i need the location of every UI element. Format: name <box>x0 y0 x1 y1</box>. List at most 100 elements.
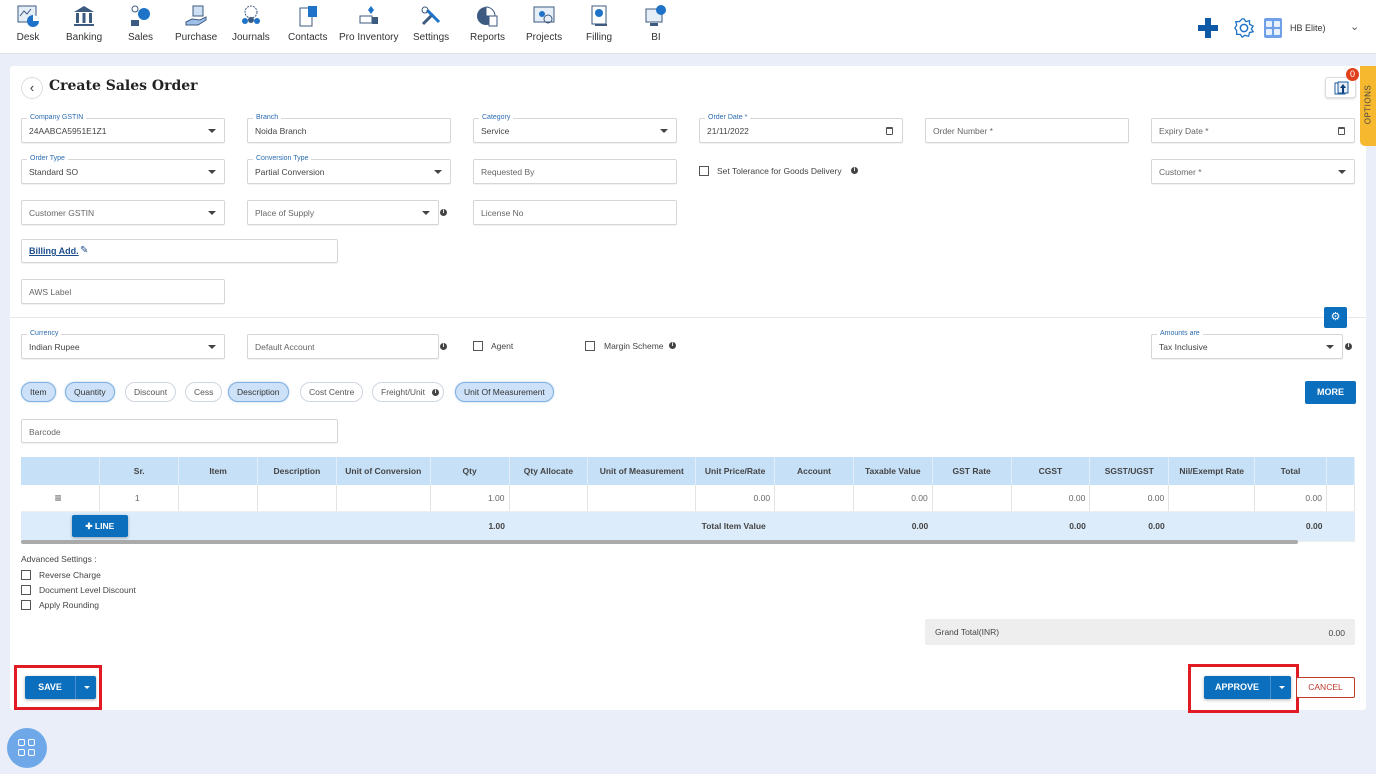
nav-desk[interactable]: Desk <box>16 4 40 43</box>
billing-address-link[interactable]: Billing Add. <box>29 246 79 256</box>
col-header-uom: Unit of Measurement <box>587 457 697 485</box>
toggle-discount[interactable]: Discount <box>125 382 177 402</box>
info-icon[interactable]: i <box>1345 343 1352 350</box>
spacer <box>1168 511 1255 542</box>
default-account-field[interactable]: Default Account <box>247 334 439 359</box>
approve-button[interactable]: APPROVE <box>1204 676 1270 699</box>
pill-label: Freight/Unit <box>381 387 425 397</box>
cell-uom[interactable] <box>587 485 697 512</box>
nav-settings[interactable]: Settings <box>413 4 449 43</box>
cell-qty[interactable]: 1.00 <box>430 485 510 512</box>
nav-purchase[interactable]: Purchase <box>175 4 217 43</box>
save-button[interactable]: SAVE <box>25 676 75 699</box>
branch-field[interactable]: Branch Noida Branch <box>247 113 451 143</box>
column-settings-button[interactable]: ⚙ <box>1324 307 1347 328</box>
field-placeholder: Customer * <box>1159 167 1202 177</box>
category-select[interactable]: Category Service <box>473 113 677 143</box>
nav-filling[interactable]: Filling <box>586 4 612 43</box>
nav-journals[interactable]: Journals <box>232 4 270 43</box>
order-type-select[interactable]: Order Type Standard SO <box>21 154 225 184</box>
calendar-icon[interactable] <box>1338 127 1345 135</box>
approve-dropdown-toggle[interactable] <box>1270 676 1291 699</box>
aws-label-field[interactable]: AWS Label <box>21 279 225 304</box>
nav-reports[interactable]: Reports <box>470 4 505 43</box>
caret-down-icon <box>208 129 216 133</box>
nav-label: Banking <box>66 32 103 43</box>
info-icon[interactable]: i <box>669 342 676 349</box>
order-date-field[interactable]: Order Date * 21/11/2022 <box>699 113 903 143</box>
caret-down-icon <box>1326 345 1334 349</box>
more-button[interactable]: MORE <box>1305 381 1356 404</box>
order-number-field[interactable]: Order Number * <box>925 118 1129 143</box>
barcode-field[interactable]: Barcode <box>21 419 338 443</box>
margin-scheme-checkbox[interactable] <box>585 341 595 351</box>
toggle-cost-centre[interactable]: Cost Centre <box>300 382 364 402</box>
info-icon[interactable]: i <box>440 209 447 216</box>
cell-gst-rate[interactable] <box>932 485 1012 512</box>
apply-rounding-label: Apply Rounding <box>39 600 100 610</box>
cell-unit-price[interactable]: 0.00 <box>695 485 776 512</box>
drag-handle-icon[interactable]: ≡ <box>21 485 101 512</box>
cell-qty-allocate[interactable] <box>509 485 589 512</box>
total-sgst: 0.00 <box>1089 511 1169 542</box>
field-placeholder: Customer GSTIN <box>29 208 95 218</box>
nav-bi[interactable]: BI <box>644 4 668 43</box>
options-label: OPTIONS <box>1363 84 1373 125</box>
gear-icon[interactable] <box>1233 17 1255 39</box>
place-of-supply-select[interactable]: Place of Supply <box>247 200 439 225</box>
add-line-button[interactable]: ✚ LINE <box>71 515 128 537</box>
nav-contacts[interactable]: Contacts <box>288 4 327 43</box>
toggle-quantity[interactable]: Quantity <box>65 382 115 402</box>
tolerance-checkbox[interactable] <box>699 166 709 176</box>
cell-account[interactable] <box>774 485 854 512</box>
chevron-down-icon[interactable]: ⌄ <box>1350 20 1359 33</box>
back-button[interactable]: ‹ <box>21 77 43 99</box>
toggle-item[interactable]: Item <box>21 382 56 402</box>
cell-unit-conversion[interactable] <box>336 485 431 512</box>
calendar-icon[interactable] <box>886 127 893 135</box>
reports-icon <box>476 6 497 27</box>
expiry-date-field[interactable]: Expiry Date * <box>1151 118 1355 143</box>
organization-name[interactable]: HB Elite) <box>1290 23 1326 33</box>
requested-by-field[interactable]: Requested By <box>473 159 677 184</box>
nav-pro-inventory[interactable]: Pro Inventory <box>339 4 398 43</box>
amounts-are-select[interactable]: Amounts are Tax Inclusive <box>1151 329 1343 359</box>
agent-checkbox[interactable] <box>473 341 483 351</box>
document-level-discount-checkbox[interactable] <box>21 585 31 595</box>
agent-label: Agent <box>491 341 514 351</box>
company-gstin-select[interactable]: Company GSTIN 24AABCA5951E1Z1 <box>21 113 225 143</box>
col-header-cgst: CGST <box>1011 457 1091 485</box>
customer-gstin-select[interactable]: Customer GSTIN <box>21 200 225 225</box>
customer-select[interactable]: Customer * <box>1151 159 1355 184</box>
apps-menu-button[interactable] <box>7 728 47 768</box>
nav-banking[interactable]: Banking <box>66 4 102 43</box>
apply-rounding-checkbox[interactable] <box>21 600 31 610</box>
info-icon[interactable]: i <box>851 167 858 174</box>
calculator-icon[interactable] <box>1264 18 1282 38</box>
currency-select[interactable]: Currency Indian Rupee <box>21 329 225 359</box>
options-tab[interactable]: OPTIONS <box>1360 66 1376 146</box>
edit-icon[interactable]: ✎ <box>80 245 88 256</box>
license-no-field[interactable]: License No <box>473 200 677 225</box>
save-dropdown-toggle[interactable] <box>75 676 96 699</box>
total-qty: 1.00 <box>178 511 509 542</box>
cancel-button[interactable]: CANCEL <box>1296 677 1355 698</box>
toggle-unit-of-measurement[interactable]: Unit Of Measurement <box>455 382 554 402</box>
add-icon[interactable] <box>1198 18 1218 38</box>
info-icon[interactable]: i <box>440 343 447 350</box>
conversion-type-select[interactable]: Conversion Type Partial Conversion <box>247 154 451 184</box>
cell-nil-exempt[interactable] <box>1168 485 1256 512</box>
nav-projects[interactable]: Projects <box>526 4 562 43</box>
caret-down-icon <box>208 170 216 174</box>
reverse-charge-checkbox[interactable] <box>21 570 31 580</box>
nav-sales[interactable]: Sales <box>128 4 153 43</box>
toggle-description[interactable]: Description <box>228 382 289 402</box>
table-horizontal-scrollbar[interactable] <box>21 540 1298 544</box>
col-header-gst-rate: GST Rate <box>932 457 1012 485</box>
page-title: Create Sales Order <box>49 78 198 94</box>
info-icon[interactable]: i <box>432 389 439 396</box>
table-row: ≡ 1 1.00 0.00 0.00 0.00 0.00 0.00 <box>21 485 1356 512</box>
toggle-cess[interactable]: Cess <box>185 382 223 402</box>
cell-description[interactable] <box>257 485 337 512</box>
cell-item[interactable] <box>178 485 258 512</box>
